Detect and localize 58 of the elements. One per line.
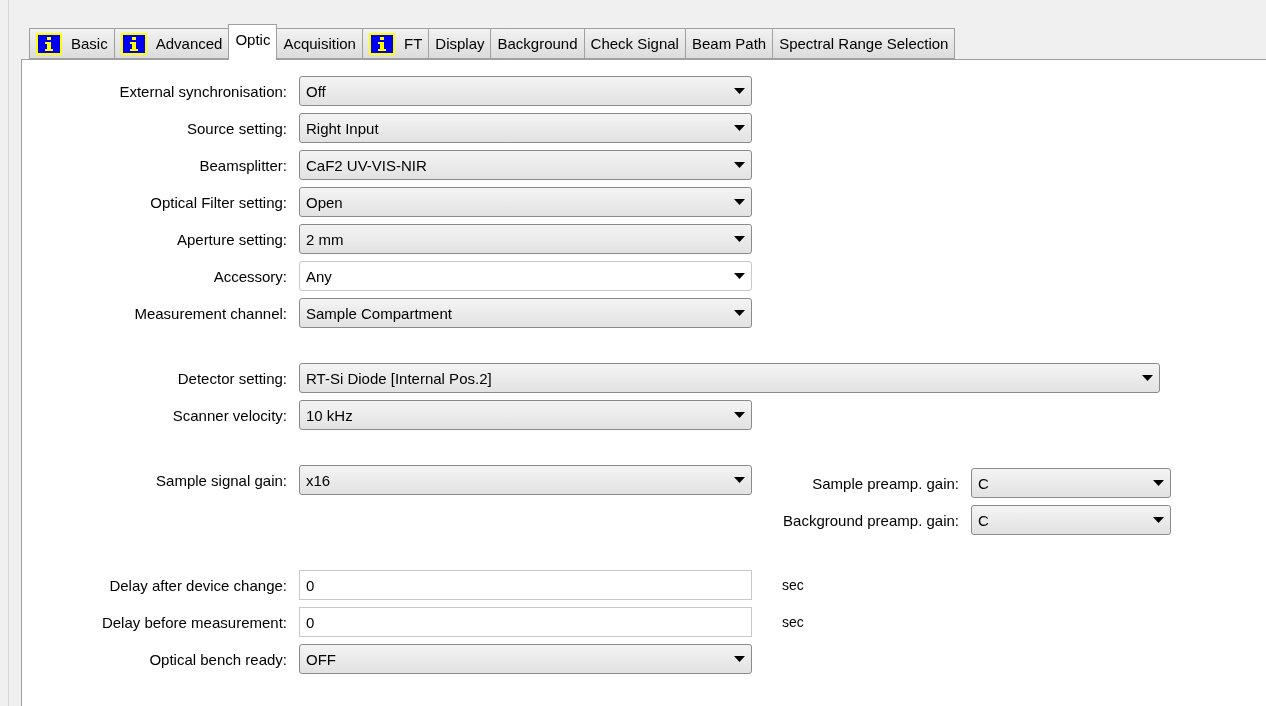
dropdown-arrow-icon	[1153, 517, 1164, 523]
field-label: Aperture setting:	[175, 230, 288, 248]
tab[interactable]: Background	[490, 28, 585, 59]
field-label: Sample signal gain:	[155, 471, 288, 489]
dropdown-arrow-icon	[734, 310, 745, 316]
info-icon	[368, 32, 395, 55]
info-icon	[120, 32, 147, 55]
field-label: Delay after device change:	[108, 576, 288, 594]
dropdown-arrow-icon	[734, 236, 745, 242]
dropdown[interactable]: Right Input	[299, 113, 752, 143]
tab[interactable]: Basic	[29, 28, 115, 59]
field-label: Detector setting:	[176, 369, 288, 387]
dropdown-arrow-icon	[734, 412, 745, 418]
unit-label: sec	[782, 577, 804, 593]
tab[interactable]: Check Signal	[583, 28, 686, 59]
dropdown[interactable]: Sample Compartment	[299, 298, 752, 328]
dropdown[interactable]: Off	[299, 76, 752, 106]
input-field[interactable]: 0	[299, 570, 752, 600]
field-label: Sample preamp. gain:	[811, 474, 960, 492]
dropdown[interactable]: CaF2 UV-VIS-NIR	[299, 150, 752, 180]
field-label: Beamsplitter:	[198, 156, 288, 174]
field-label: Optical Filter setting:	[149, 193, 288, 211]
tab[interactable]: Display	[428, 28, 492, 59]
dropdown-arrow-icon	[734, 656, 745, 662]
field-label: Background preamp. gain:	[782, 511, 960, 529]
input-field[interactable]: 0	[299, 607, 752, 637]
dropdown[interactable]: C	[971, 505, 1171, 535]
dropdown-arrow-icon	[734, 199, 745, 205]
dropdown[interactable]: x16	[299, 465, 752, 495]
field-label: External synchronisation:	[118, 82, 288, 100]
dropdown-arrow-icon	[734, 125, 745, 131]
field-label: Optical bench ready:	[148, 650, 288, 668]
field-label: Accessory:	[212, 267, 288, 285]
tab[interactable]: Spectral Range Selection	[772, 28, 956, 59]
dropdown-arrow-icon	[734, 162, 745, 168]
tab[interactable]: FT	[361, 28, 430, 59]
field-label: Scanner velocity:	[171, 406, 288, 424]
tab[interactable]: Beam Path	[684, 28, 774, 59]
field-label: Delay before measurement:	[100, 613, 288, 631]
tab[interactable]: Optic	[228, 24, 278, 60]
info-icon	[36, 32, 62, 55]
dropdown-arrow-icon	[1142, 375, 1153, 381]
dropdown-arrow-icon	[734, 88, 745, 94]
tab[interactable]: Advanced	[113, 28, 230, 59]
dropdown[interactable]: 10 kHz	[299, 400, 752, 430]
dropdown[interactable]: C	[971, 468, 1171, 498]
field-label: Measurement channel:	[133, 304, 288, 322]
dropdown-arrow-icon	[734, 273, 745, 279]
unit-label: sec	[782, 614, 804, 630]
tab[interactable]: Acquisition	[276, 28, 363, 59]
dropdown-arrow-icon	[734, 477, 745, 483]
dropdown[interactable]: RT-Si Diode [Internal Pos.2]	[299, 363, 1160, 393]
dropdown-arrow-icon	[1153, 480, 1164, 486]
dropdown[interactable]: Any	[299, 261, 752, 291]
dropdown[interactable]: Open	[299, 187, 752, 217]
dropdown[interactable]: 2 mm	[299, 224, 752, 254]
field-label: Source setting:	[185, 119, 288, 137]
dropdown[interactable]: OFF	[299, 644, 752, 674]
